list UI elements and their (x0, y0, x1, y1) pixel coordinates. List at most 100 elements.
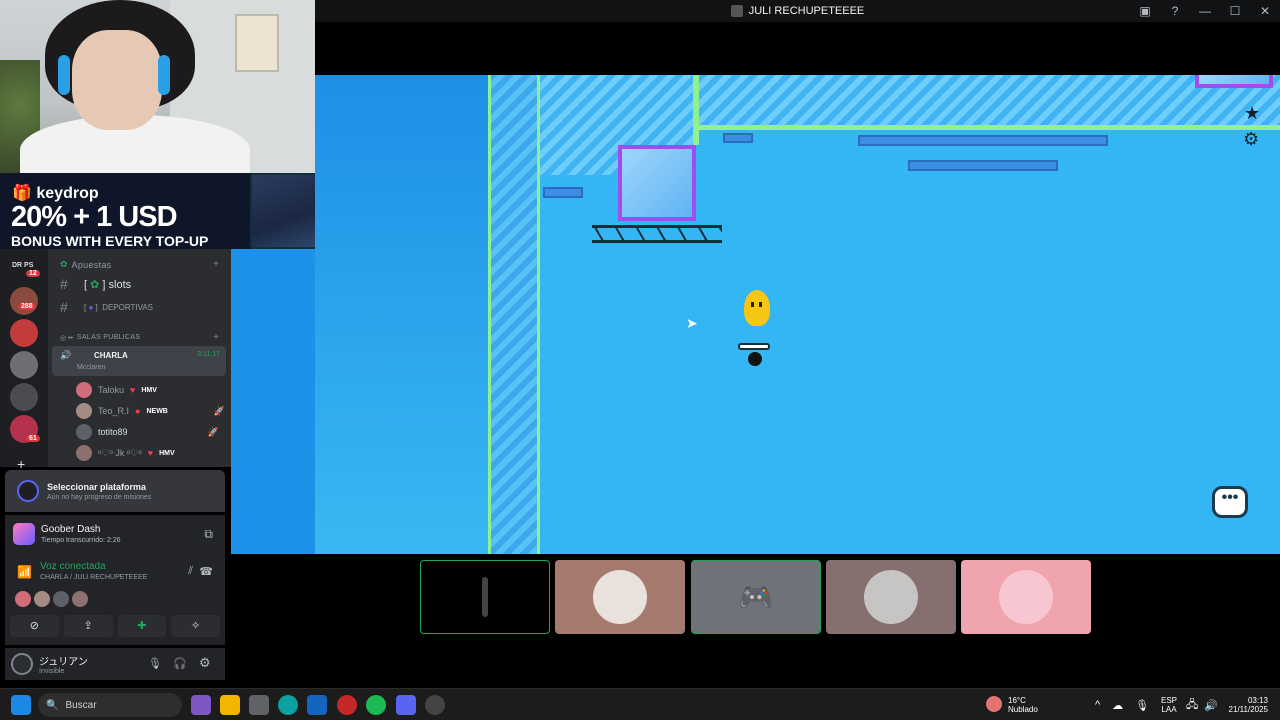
language-code: ESP (1161, 696, 1178, 705)
server-icon[interactable] (10, 287, 38, 315)
help-icon[interactable]: ? (1160, 4, 1190, 18)
microphone-icon[interactable]: 🎙 (148, 657, 162, 670)
copilot-icon[interactable] (191, 695, 211, 715)
controller-icon[interactable]: ⧉ (204, 527, 213, 542)
chat-icon[interactable]: ••• (1212, 486, 1248, 518)
screen-share-button[interactable]: ⇪ (63, 615, 113, 637)
participant-tile[interactable] (826, 560, 956, 634)
participant-tile[interactable] (420, 560, 550, 634)
disconnect-icon[interactable]: ☎ (199, 565, 213, 578)
user-avatar[interactable] (11, 653, 33, 675)
spotify-icon[interactable] (366, 695, 386, 715)
banner-brand: 🎁 keydrop (12, 183, 99, 203)
settings-gear-icon[interactable]: ⚙ (199, 655, 211, 671)
activities-button[interactable]: ✚ (117, 615, 167, 637)
voice-panel: 📶 Voz conectada CHARLA / JULI RECHUPETEE… (5, 553, 225, 645)
network-icon[interactable]: 🖧 (1186, 696, 1198, 715)
windows-start-icon[interactable] (11, 695, 31, 715)
avatar (76, 424, 92, 440)
clock[interactable]: 03:13 21/11/2025 (1226, 689, 1268, 720)
voice-channel-name: CHARLA (94, 351, 128, 360)
noise-suppression-icon[interactable]: ⫽ (188, 565, 193, 578)
add-channel-icon[interactable]: + (213, 259, 219, 270)
signal-icon[interactable]: 📶 (17, 565, 32, 579)
stream-preview (482, 577, 488, 617)
user-status: Invisible (39, 668, 65, 675)
soundboard-button[interactable]: ✧ (171, 615, 220, 637)
bomb (748, 352, 762, 366)
taskbar-search[interactable]: 🔍 Buscar (38, 693, 182, 717)
edge-icon[interactable] (278, 695, 298, 715)
minimize-button[interactable]: — (1190, 4, 1220, 18)
user-tag: HMV (141, 386, 157, 394)
opera-gx-icon[interactable] (337, 695, 357, 715)
ceiling-area (699, 75, 1280, 127)
keyboard-layout: LAA (1161, 705, 1177, 714)
camera-off-button[interactable]: ⊘ (10, 615, 59, 637)
headphones-icon[interactable]: 🎧 (173, 657, 187, 670)
language-indicator[interactable]: ESP LAA (1161, 689, 1177, 720)
weather-widget[interactable]: 16°C Nublado (986, 689, 1038, 720)
voice-avatars (15, 591, 88, 607)
participant-tile[interactable] (961, 560, 1091, 634)
voice-channel-charla[interactable]: 🔊 CHARLA 3:11:17 Mcclaren (52, 346, 226, 376)
server-icon[interactable] (10, 319, 38, 347)
heart-icon: ♥ (147, 448, 154, 458)
voice-status: Mcclaren (77, 364, 106, 371)
stream-top-band (315, 22, 1280, 75)
store-icon[interactable] (249, 695, 269, 715)
channel-name: [ ✿ ] slots (84, 278, 132, 291)
voice-user[interactable]: totito89 🚀 (76, 424, 219, 440)
server-icon[interactable] (10, 383, 38, 411)
platform-bar (543, 187, 583, 198)
obs-icon[interactable] (425, 695, 445, 715)
avatar (999, 570, 1053, 624)
maximize-button[interactable]: ☐ (1220, 4, 1250, 18)
server-icon[interactable] (10, 351, 38, 379)
rocket-icon: 🚀 (213, 405, 226, 416)
taskbar: 🔍 Buscar 16°C Nublado ^ ☁ 🎙 ESP LAA 🖧 🔊 (0, 688, 1280, 720)
activity-panel[interactable]: Seleccionar plataforma Aún no hay progre… (5, 470, 225, 512)
server-rail: DR PS 12 288 61 + (0, 249, 48, 472)
bing-icon[interactable] (307, 695, 327, 715)
game-activity[interactable]: Goober Dash Tiempo transcurrido: 2:26 ⧉ (5, 515, 225, 553)
avatar (864, 570, 918, 624)
star-icon[interactable]: ★ (1244, 103, 1260, 124)
voice-user[interactable]: ᵒ♡ᵒ Jk ᵒ♡ᵒ ♥ HMV (76, 445, 175, 461)
category-salas-publicas[interactable]: ◎ •• SALAS PUBLICAS + (48, 332, 231, 343)
inbox-icon[interactable]: ▣ (1130, 4, 1160, 18)
keydrop-banner: 🎁 keydrop 20% + 1 USD BONUS WITH EVERY T… (0, 173, 315, 249)
weather-temp: 16°C (1008, 696, 1026, 705)
participant-tile[interactable]: 🎮 (691, 560, 821, 634)
gear-icon[interactable]: ⚙ (1243, 129, 1259, 150)
channel-deportivas-label: DEPORTIVAS (102, 302, 154, 312)
voice-location: CHARLA / JULI RECHUPETEEEE (40, 574, 148, 581)
window-titlebar: JULI RECHUPETEEEE ▣ ? — ☐ ✕ (315, 0, 1280, 22)
avatar (593, 570, 647, 624)
file-explorer-icon[interactable] (220, 695, 240, 715)
category-apuestas[interactable]: ✿ Apuestas + (48, 259, 231, 270)
cloud-icon[interactable]: ☁ (1112, 699, 1123, 712)
voice-user[interactable]: Taloku ♥ HMV (76, 382, 157, 398)
microphone-tray-icon[interactable]: 🎙 (1135, 699, 1149, 712)
chevron-up-icon[interactable]: ^ (1095, 699, 1100, 711)
channel-name: [ ● ] DEPORTIVAS (84, 302, 154, 312)
volume-icon[interactable]: 🔊 (1204, 699, 1218, 712)
close-button[interactable]: ✕ (1250, 4, 1280, 18)
clock-time: 03:13 (1247, 696, 1268, 705)
server-badge: 61 (26, 435, 40, 442)
user-panel: ジュリアン Invisible 🎙 🎧 ⚙ (5, 648, 225, 680)
badge-icon: ● (135, 406, 141, 416)
goober-character (744, 290, 770, 326)
channel-slots[interactable]: # [ ✿ ] slots (48, 276, 231, 292)
add-channel-icon[interactable]: + (213, 332, 219, 343)
user-tag: HMV (159, 449, 175, 457)
game-viewport[interactable]: ➤ ★ ⚙ ••• (488, 75, 1280, 554)
discord-logo-icon: 🎮 (738, 581, 774, 613)
channel-deportivas[interactable]: # [ ● ] DEPORTIVAS (48, 299, 231, 315)
rocket-icon: 🚀 (207, 426, 219, 437)
voice-user[interactable]: Teo_R.I ● NEWB 🚀 (76, 403, 225, 419)
avatar (53, 591, 69, 607)
discord-taskbar-icon[interactable] (396, 695, 416, 715)
participant-tile[interactable] (555, 560, 685, 634)
